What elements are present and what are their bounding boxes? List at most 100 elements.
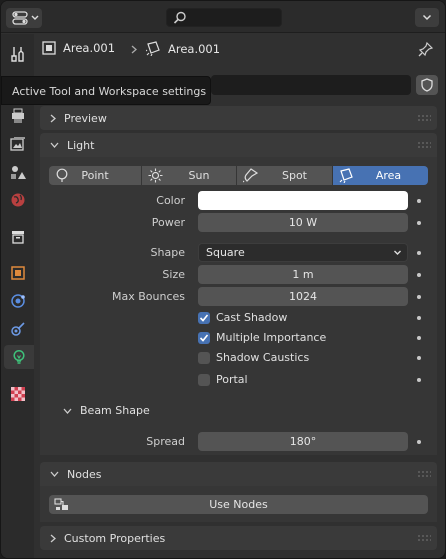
tab-object-constraints[interactable] — [5, 317, 31, 341]
tab-view-layer[interactable] — [5, 160, 31, 184]
options-dropdown-button[interactable] — [415, 8, 439, 27]
keyframe-dot[interactable] — [417, 295, 421, 299]
object-icon — [11, 266, 25, 280]
keyframe-dot[interactable] — [417, 251, 421, 255]
use-nodes-button[interactable]: Use Nodes — [49, 495, 428, 514]
keyframe-dot[interactable] — [417, 356, 421, 360]
panel-title-preview: Preview — [64, 111, 107, 125]
editor-header — [1, 1, 445, 33]
tab-object[interactable] — [5, 261, 31, 285]
world-icon — [11, 193, 25, 207]
keyframe-dot[interactable] — [417, 221, 421, 225]
shape-dropdown[interactable]: Square — [198, 243, 408, 262]
keyframe-dot[interactable] — [417, 440, 421, 444]
multiple-importance-checkbox[interactable]: Multiple Importance — [198, 331, 326, 344]
tab-output[interactable] — [5, 132, 31, 156]
size-field[interactable]: 1 m — [198, 265, 408, 284]
physics-icon — [11, 294, 25, 308]
light-type-point-button[interactable]: Point — [49, 166, 141, 185]
shadow-caustics-checkbox[interactable]: Shadow Caustics — [198, 351, 309, 364]
area-light-icon — [146, 41, 160, 56]
tab-collection[interactable] — [5, 225, 31, 249]
point-light-icon — [56, 168, 68, 182]
drag-grip-icon[interactable] — [417, 470, 431, 478]
label-spread: Spread — [146, 435, 185, 448]
light-bulb-icon — [13, 349, 25, 364]
property-search-input[interactable] — [211, 75, 411, 95]
shield-icon — [421, 78, 433, 92]
chevron-down-icon — [422, 14, 432, 21]
area-light-icon — [339, 168, 353, 183]
context-breadcrumb: Area.001 Area.001 — [34, 34, 445, 64]
panel-title-nodes: Nodes — [67, 467, 102, 481]
breadcrumb-light-data: Area.001 — [146, 41, 220, 56]
portal-checkbox[interactable]: Portal — [198, 373, 248, 386]
checkbox-box[interactable] — [198, 351, 210, 364]
keyframe-dot[interactable] — [417, 316, 421, 320]
panel-header-preview[interactable]: Preview — [40, 106, 437, 130]
chevron-down-icon — [394, 250, 401, 255]
printer-icon — [12, 108, 24, 123]
breadcrumb-object: Area.001 — [42, 41, 115, 55]
subpanel-header-beam-shape[interactable]: Beam Shape — [63, 404, 150, 417]
drag-grip-icon[interactable] — [417, 534, 431, 542]
tab-tool[interactable] — [5, 42, 31, 66]
panel-title-custom-properties: Custom Properties — [64, 531, 166, 545]
color-swatch[interactable] — [198, 191, 408, 210]
keyframe-dot[interactable] — [417, 273, 421, 277]
tab-render[interactable] — [5, 104, 31, 128]
properties-editor-icon — [12, 11, 28, 25]
checkbox-box[interactable] — [198, 373, 210, 386]
node-tree-icon — [54, 498, 68, 510]
properties-tab-strip — [1, 34, 34, 558]
constraint-icon — [11, 322, 25, 336]
checkmark-icon — [199, 333, 209, 342]
search-input[interactable] — [166, 8, 282, 27]
panel-header-custom-properties[interactable]: Custom Properties — [40, 526, 437, 550]
spot-light-icon — [243, 168, 258, 183]
light-type-area-button[interactable]: Area — [333, 166, 428, 185]
drag-grip-icon[interactable] — [417, 141, 431, 149]
cast-shadow-checkbox[interactable]: Cast Shadow — [198, 311, 287, 324]
image-icon — [10, 137, 25, 151]
light-name: Area.001 — [168, 41, 221, 56]
tab-world[interactable] — [5, 188, 31, 212]
panel-header-nodes[interactable]: Nodes — [40, 462, 437, 486]
label-color: Color — [156, 194, 185, 207]
power-field[interactable]: 10 W — [198, 213, 408, 232]
label-max-bounces: Max Bounces — [111, 290, 185, 303]
chevron-right-icon — [50, 534, 56, 542]
max-bounces-field[interactable]: 1024 — [198, 287, 408, 306]
spread-field[interactable]: 180° — [198, 432, 408, 451]
label-shape: Shape — [150, 246, 185, 259]
chevron-down-icon — [50, 471, 59, 477]
checkbox-box[interactable] — [198, 331, 210, 344]
keyframe-dot[interactable] — [417, 378, 421, 382]
keyframe-dot[interactable] — [417, 336, 421, 340]
light-type-sun-button[interactable]: Sun — [142, 166, 236, 185]
tab-physics[interactable] — [5, 289, 31, 313]
checkmark-icon — [199, 313, 209, 322]
light-type-spot-button[interactable]: Spot — [237, 166, 332, 185]
panel-title-light: Light — [67, 138, 95, 152]
object-icon — [42, 41, 56, 55]
tooltip: Active Tool and Workspace settings — [1, 76, 211, 105]
keyframe-dot[interactable] — [417, 199, 421, 203]
chevron-right-icon — [50, 114, 56, 122]
scene-icon — [11, 166, 26, 179]
chevron-down-icon — [50, 142, 59, 148]
panel-header-light[interactable]: Light — [40, 133, 437, 157]
checkbox-box[interactable] — [198, 311, 210, 324]
chevron-down-icon — [31, 15, 39, 20]
label-size: Size — [162, 268, 185, 281]
drag-grip-icon[interactable] — [417, 114, 431, 122]
property-filter-button[interactable] — [416, 75, 438, 95]
wrench-screwdriver-icon — [11, 47, 24, 62]
object-name: Area.001 — [63, 41, 116, 55]
pin-icon[interactable] — [418, 41, 434, 57]
collection-box-icon — [12, 231, 24, 244]
tab-texture[interactable] — [5, 382, 31, 406]
editor-type-button[interactable] — [6, 8, 42, 28]
chevron-down-icon — [63, 408, 72, 414]
tab-light-data[interactable] — [4, 345, 34, 369]
